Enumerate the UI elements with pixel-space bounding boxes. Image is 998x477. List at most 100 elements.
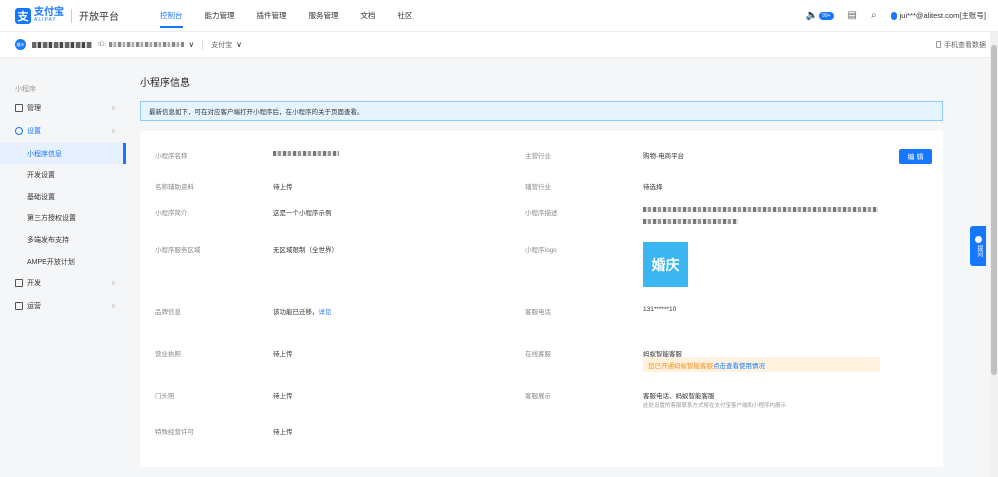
document-icon: ▤ <box>847 10 857 21</box>
feedback-button[interactable]: 提问 <box>970 226 986 266</box>
user-icon <box>890 11 897 20</box>
sidebar-item-manage[interactable]: 管理 ∨ <box>0 98 126 118</box>
chevron-down-icon: ∨ <box>110 303 116 310</box>
field-label: 小程序logo <box>525 247 557 254</box>
scroll-thumb[interactable] <box>991 45 997 375</box>
app-id-label: ID: <box>98 41 107 48</box>
field-label: 品牌信息 <box>155 309 181 316</box>
field-value: 客服电话、蚂蚁智能客服 <box>643 393 715 400</box>
nav-community[interactable]: 社区 <box>387 0 424 32</box>
sidebar-heading: 小程序 <box>15 86 36 93</box>
field-label: 营业执照 <box>155 351 181 358</box>
notice-text: 您已开通蚂蚁智能客服 <box>648 362 713 370</box>
platform-name: 开放平台 <box>79 12 119 23</box>
sidebar-sub-third-party[interactable]: 第三方授权设置 <box>0 207 126 228</box>
edit-button[interactable]: 编 辑 <box>899 149 932 164</box>
alipay-logo-mark: 支 <box>15 7 31 24</box>
page-title: 小程序信息 <box>140 78 190 89</box>
nav-plugins[interactable]: 插件管理 <box>246 0 298 32</box>
chevron-down-icon: ∨ <box>110 105 116 112</box>
field-label: 在线客服 <box>525 351 551 358</box>
search-icon: ⌕ <box>871 10 877 21</box>
mobile-view-label: 手机查看数据 <box>944 41 986 49</box>
info-notice: 最新信息如下，可在对应客户端打开小程序后，在小程序的关于页面查看。 <box>140 101 943 121</box>
nav-services[interactable]: 服务管理 <box>298 0 350 32</box>
subbar-divider <box>202 39 204 50</box>
sidebar-item-label: 运营 <box>27 303 41 310</box>
gear-icon <box>15 127 23 135</box>
manage-icon <box>15 104 23 112</box>
field-label: 客服展示 <box>525 393 551 400</box>
app-name-masked <box>32 41 92 48</box>
field-label: 小程序名称 <box>155 153 188 160</box>
field-label: 客服电话 <box>525 309 551 316</box>
online-service-notice: 您已开通蚂蚁智能客服 点击查看使用情况 <box>643 357 880 372</box>
field-label: 门头照 <box>155 393 175 400</box>
field-value: 这是一个小程序示例 <box>273 210 332 217</box>
chevron-up-icon: ∧ <box>110 128 116 135</box>
chevron-down-icon[interactable]: ∨ <box>188 40 194 49</box>
main-nav: 控制台 能力管理 插件管理 服务管理 文档 社区 <box>149 0 424 32</box>
field-label: 特殊经营许可 <box>155 429 194 436</box>
brand-info-value: 该功能已迁移，详见 <box>273 306 332 316</box>
app-name-masked <box>273 151 339 156</box>
field-value: 待上传 <box>273 184 293 191</box>
description-masked <box>643 207 878 212</box>
operations-icon <box>15 302 23 310</box>
question-icon <box>974 235 982 243</box>
app-logo-image: 婚庆 <box>643 242 688 287</box>
top-navbar: 支 支付宝 ALIPAY 开放平台 控制台 能力管理 插件管理 服务管理 文档 … <box>0 0 998 32</box>
top-right-tools: 🔈 99+ ▤ ⌕ jui***@alitest.com[主账号] <box>806 10 986 21</box>
field-value: 待上传 <box>273 393 293 400</box>
code-icon <box>15 279 23 287</box>
field-value: 待上传 <box>273 429 293 436</box>
notification-badge: 99+ <box>819 11 834 20</box>
nav-console[interactable]: 控制台 <box>149 0 194 32</box>
display-note: 此处设置的客服联系方式将在支付宝客户端和小程序内展示 <box>643 403 787 409</box>
chevron-down-icon[interactable]: ∨ <box>236 40 242 49</box>
sidebar-item-develop[interactable]: 开发 ∨ <box>0 273 126 293</box>
details-link[interactable]: 详见 <box>319 309 332 316</box>
logo-text: 支付宝 ALIPAY <box>34 8 64 23</box>
app-avatar: 婚庆 <box>15 39 26 50</box>
client-type-label[interactable]: 支付宝 <box>211 40 232 50</box>
sidebar-sub-dev-settings[interactable]: 开发设置 <box>0 164 126 185</box>
mobile-view-button[interactable]: 手机查看数据 <box>936 40 986 50</box>
sidebar-item-label: 管理 <box>27 105 41 112</box>
sidebar-item-operations[interactable]: 运营 ∨ <box>0 296 126 316</box>
field-label: 辅营行业 <box>525 184 551 191</box>
field-value: 待上传 <box>273 351 293 358</box>
sidebar-sub-basic-settings[interactable]: 基础设置 <box>0 186 126 207</box>
notification-button[interactable]: 🔈 99+ <box>806 10 834 21</box>
usage-link[interactable]: 点击查看使用情况 <box>713 360 765 370</box>
field-label: 小程序简介 <box>155 210 188 217</box>
field-value: 131******10 <box>643 306 677 313</box>
sidebar-sub-multi-publish[interactable]: 多端发布支持 <box>0 229 126 250</box>
alipay-logo[interactable]: 支 支付宝 ALIPAY 开放平台 <box>15 7 119 24</box>
description-masked <box>643 219 738 224</box>
field-value: 该功能已迁移， <box>273 309 319 316</box>
phone-icon <box>936 41 941 48</box>
sidebar-sub-ampe[interactable]: AMPE开放计划 <box>0 251 126 272</box>
field-label: 主营行业 <box>525 153 551 160</box>
document-button[interactable]: ▤ <box>848 10 857 21</box>
sidebar-sub-app-info[interactable]: 小程序信息 <box>0 143 126 164</box>
speaker-icon: 🔈 <box>805 10 819 21</box>
nav-capability[interactable]: 能力管理 <box>194 0 246 32</box>
logo-divider <box>71 8 72 23</box>
sidebar-item-settings[interactable]: 设置 ∧ <box>0 121 126 141</box>
field-value: 购物-电商平台 <box>643 153 685 160</box>
field-label: 名称辅助资料 <box>155 184 194 191</box>
user-menu[interactable]: jui***@alitest.com[主账号] <box>890 10 986 21</box>
app-id: ID: <box>98 41 185 48</box>
search-button[interactable]: ⌕ <box>871 10 877 21</box>
field-label: 小程序服务区域 <box>155 247 201 254</box>
app-info-card: 编 辑 小程序名称 名称辅助资料 待上传 小程序简介 这是一个小程序示例 小程序… <box>140 131 943 467</box>
chevron-down-icon: ∨ <box>110 280 116 287</box>
feedback-label: 提问 <box>975 244 982 257</box>
nav-docs[interactable]: 文档 <box>350 0 387 32</box>
field-value: 无区域限制（全世界） <box>273 247 338 254</box>
field-label: 小程序描述 <box>525 210 558 217</box>
app-id-masked <box>109 42 185 47</box>
field-value: 待选择 <box>643 184 663 191</box>
